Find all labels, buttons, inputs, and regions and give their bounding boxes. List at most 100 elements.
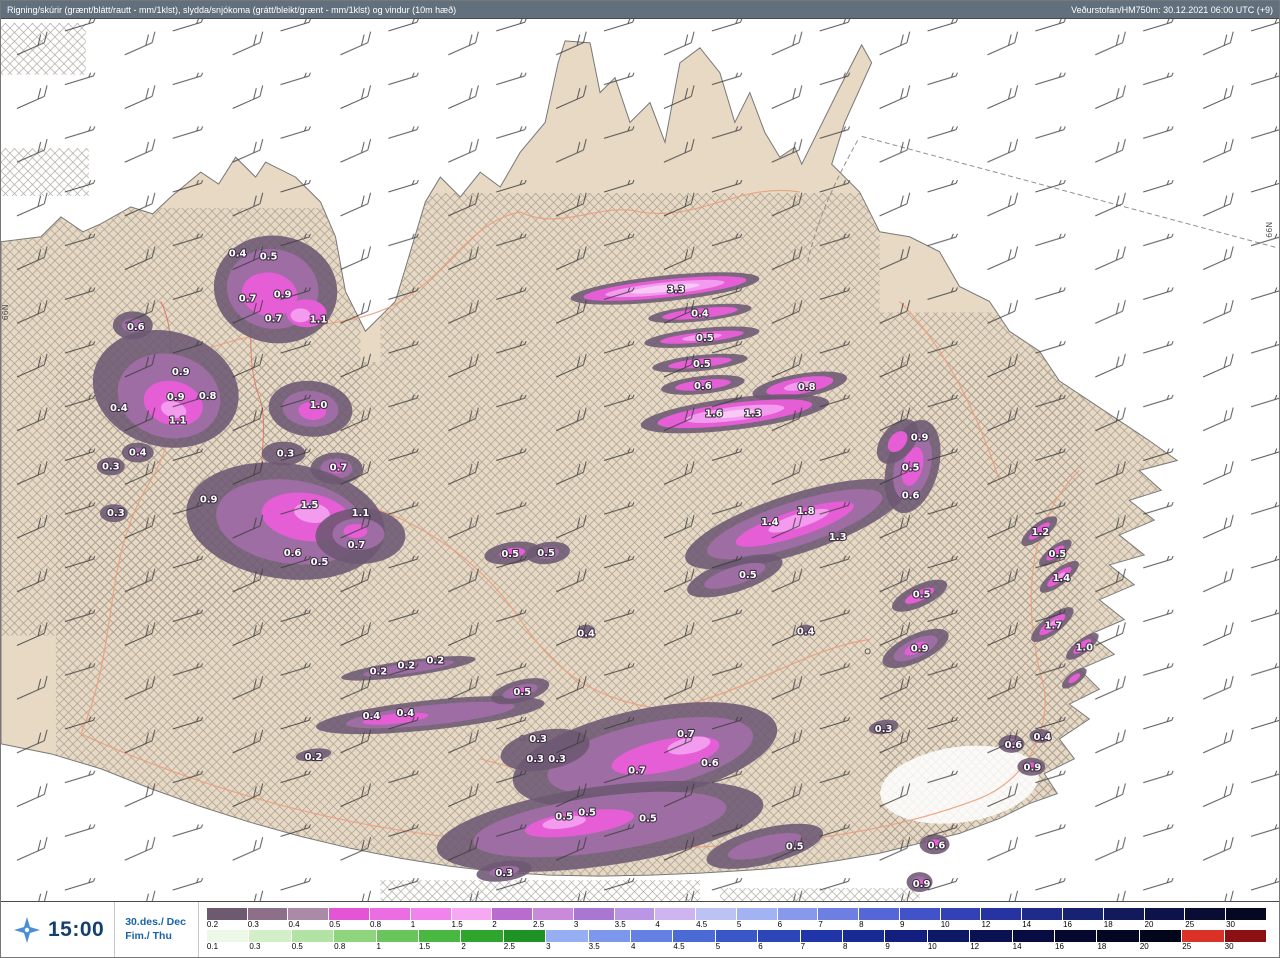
precip-value-label: 0.3 [107,508,125,519]
legend-swatch [673,929,716,942]
legend-value: 30 [1224,941,1234,951]
legend-cell: 30 [1224,929,1268,952]
legend-value: 1.5 [451,919,463,929]
legend-swatch [410,907,452,920]
legend-cell: 18 [1103,907,1145,930]
precip-value-label: 1.6 [705,409,723,420]
legend-cell: 4.5 [673,929,716,952]
legend-bar: 15:00 30.des./ Dec Fim./ Thu 0.2 0.3 0.4 0.… [1,902,1279,957]
graticule-label: 66N [1,304,10,320]
legend-swatch [546,929,589,942]
legend-value: 0.4 [288,919,300,929]
precip-value-label: 0.8 [798,382,816,393]
precip-value-label: 1.1 [352,508,370,519]
legend-cell: 0.2 [206,907,248,930]
legend-value: 1 [410,919,416,929]
precip-value-label: 3.3 [667,284,685,295]
legend-swatch [1226,907,1267,920]
legend-cell: 20 [1139,929,1183,952]
legend-cell: 4 [655,907,697,930]
legend-swatch [334,929,377,942]
legend-swatch [696,907,737,920]
map-header: Rigning/skúrir (grænt/blátt/rautt - mm/1… [1,1,1279,18]
forecast-time: 15:00 [48,917,105,941]
legend-swatch [940,907,982,920]
legend-swatch [655,907,697,920]
legend-value: 7 [800,941,806,951]
legend-swatch [1185,907,1227,920]
legend-value: 10 [940,919,950,929]
precip-value-label: 0.7 [239,293,257,304]
precip-value-label: 0.5 [696,333,714,344]
legend-value: 2.5 [503,941,515,951]
precip-value-label: 1.2 [1032,527,1050,538]
legend-cell: 4.5 [696,907,737,930]
legend-cell: 16 [1055,929,1098,952]
legend-cell: 0.8 [369,907,411,930]
precip-value-label: 1.3 [829,532,847,543]
legend-cell: 25 [1185,907,1227,930]
precip-value-label: 0.4 [577,629,595,640]
legend-value: 5 [715,941,721,951]
legend-value: 30 [1226,919,1235,929]
legend-swatch [247,907,289,920]
precip-value-label: 0.5 [537,548,555,559]
precip-value-label: 0.3 [529,734,547,745]
map-canvas[interactable]: 0.4 0.5 0.7 0.9 0.7 1.1 0.6 0.9 0.9 0.8 0.4 1.1 1.0 0… [1,18,1279,902]
legend-value: 20 [1144,919,1154,929]
precip-value-label: 1.7 [1045,621,1063,632]
legend-swatch [758,929,801,942]
precip-value-label: 0.5 [311,557,329,568]
precip-value-label: 0.4 [1034,732,1052,743]
legend-cell: 12 [981,907,1023,930]
legend-value: 6 [777,919,783,929]
precip-value-label: 0.9 [172,367,190,378]
precip-value-label: 0.9 [1024,763,1042,774]
legend-value: 2 [492,919,497,929]
precip-value-label: 0.6 [701,758,719,769]
precip-value-label: 0.9 [167,392,185,403]
legend-value: 4 [630,941,636,951]
precip-value-label: 0.5 [693,359,711,370]
legend-swatch [461,929,504,942]
legend-swatch [800,929,844,942]
legend-swatch [777,907,819,920]
precip-value-label: 0.5 [501,549,519,560]
legend-swatch [418,929,462,942]
legend-value: 9 [899,919,905,929]
legend-swatch [369,907,411,920]
legend-cell: 2 [461,929,504,952]
legend-swatch [1144,907,1186,920]
legend-value: 9 [885,941,890,951]
legend-cell: 9 [899,907,941,930]
precip-value-label: 0.2 [426,655,444,666]
precip-value-label: 0.9 [911,433,929,444]
precip-value-label: 0.2 [398,660,416,671]
precip-value-label: 0.6 [127,322,145,333]
precip-value-label: 0.4 [363,711,381,722]
graticule-label: 66N [1265,222,1274,238]
precip-value-label: 0.7 [330,462,348,473]
legend-cell: 0.8 [334,929,377,952]
legend-value: 3.5 [614,919,626,929]
precip-value-label: 1.5 [301,500,319,511]
legend-cell: 1.5 [418,929,462,952]
legend-value: 2 [461,941,466,951]
legend-cell: 4 [630,929,674,952]
legend-cell: 3 [546,929,589,952]
legend-swatch [573,907,615,920]
legend-swatch [533,907,574,920]
precip-value-label: 1.4 [761,517,779,528]
legend-cell: 1.5 [451,907,493,930]
legend-cell: 7 [800,929,844,952]
legend-value: 6 [758,941,763,951]
precip-value-label: 1.0 [1075,642,1093,653]
precip-value-label: 0.3 [277,449,295,460]
legend-value: 0.8 [369,919,382,929]
weather-map-page: Rigning/skúrir (grænt/blátt/rautt - mm/1… [0,0,1280,958]
legend-value: 14 [1012,941,1022,951]
legend-value: 0.5 [291,941,303,951]
legend-swatch [614,907,656,920]
legend-swatch [885,929,928,942]
legend-value: 4.5 [696,919,708,929]
